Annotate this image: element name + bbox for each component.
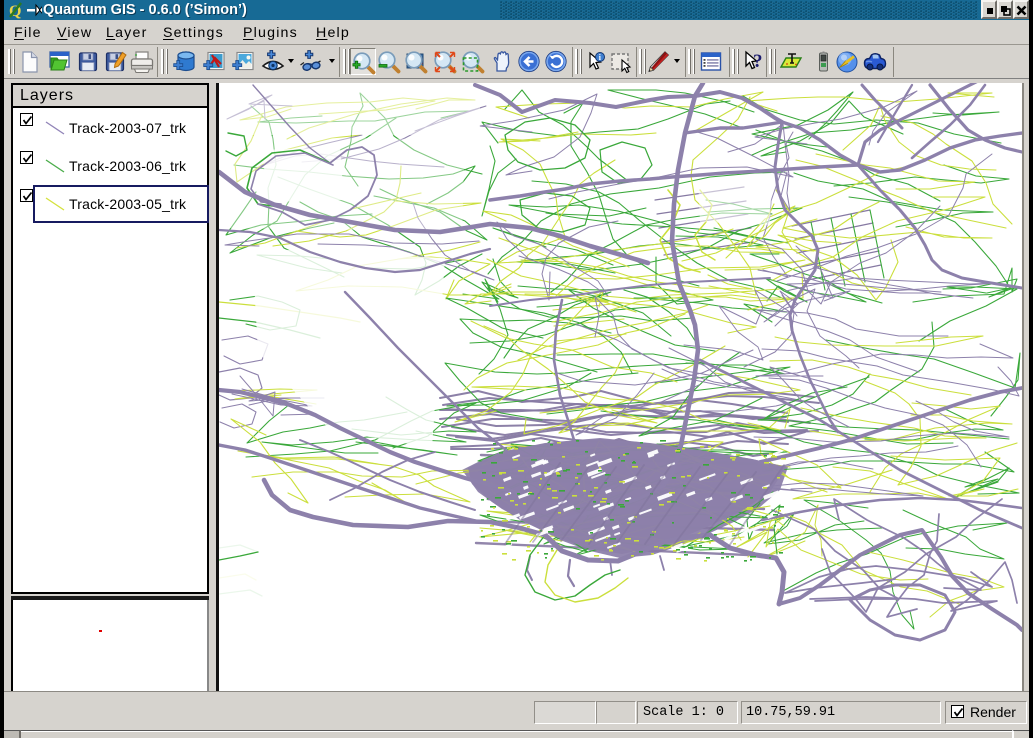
svg-text:?: ? — [753, 51, 763, 72]
